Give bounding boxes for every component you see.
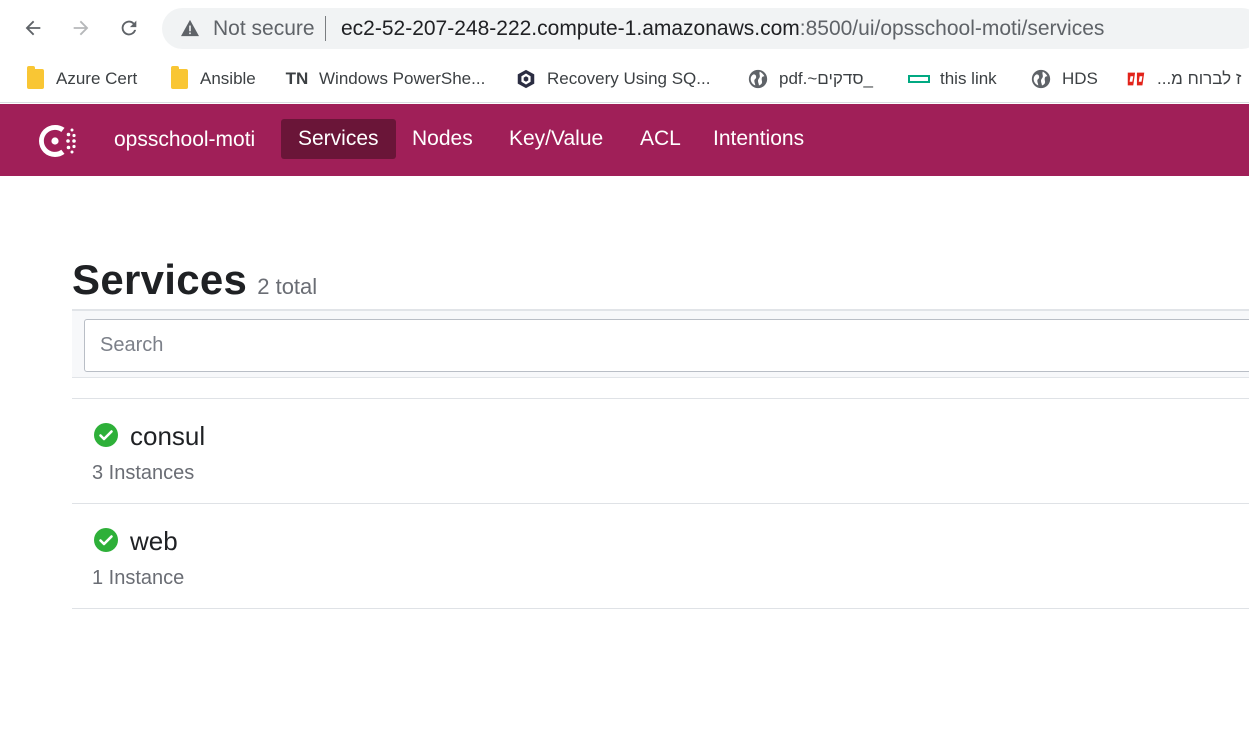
nav-nodes[interactable]: Nodes xyxy=(395,119,490,159)
bookmark-azure-cert[interactable]: Azure Cert xyxy=(24,64,137,94)
service-name[interactable]: web xyxy=(130,526,178,557)
bookmark-ansible[interactable]: Ansible xyxy=(168,64,256,94)
bookmark-hds[interactable]: HDS xyxy=(1030,64,1098,94)
url-text[interactable]: ec2-52-207-248-222.compute-1.amazonaws.c… xyxy=(341,17,1104,41)
service-instances: 3 Instances xyxy=(92,462,195,484)
url-path: :8500/ui/opsschool-moti/services xyxy=(799,17,1105,40)
warning-icon xyxy=(181,19,199,37)
bookmark-label: HDS xyxy=(1062,69,1098,88)
bookmarks-bar: Azure Cert Ansible TN Windows PowerShe..… xyxy=(0,56,1249,103)
filter-bar xyxy=(72,309,1249,378)
tn-icon: TN xyxy=(285,69,309,88)
service-instances: 1 Instance xyxy=(92,567,185,589)
bookmark-label: Recovery Using SQ... xyxy=(547,69,711,88)
globe-icon xyxy=(1030,68,1052,90)
back-button[interactable] xyxy=(15,10,51,46)
forward-button[interactable] xyxy=(63,10,99,46)
bookmark-label: Ansible xyxy=(200,69,256,88)
bookmark-label: ...ז לברוח מ xyxy=(1157,69,1242,88)
bookmark-label: Windows PowerShe... xyxy=(319,69,486,88)
bookmark-label: this link xyxy=(940,69,997,88)
bookmark-label: pdf.~סדקים_ xyxy=(779,69,873,88)
bookmark-label: Azure Cert xyxy=(56,69,138,88)
url-host: ec2-52-207-248-222.compute-1.amazonaws.c… xyxy=(341,17,800,40)
folder-icon xyxy=(168,66,190,90)
bookmark-recovery[interactable]: Recovery Using SQ... xyxy=(515,64,710,94)
red-logo-icon xyxy=(1125,68,1147,90)
address-bar[interactable]: Not secure ec2-52-207-248-222.compute-1.… xyxy=(162,8,1249,49)
security-label[interactable]: Not secure xyxy=(213,17,315,41)
check-circle-icon xyxy=(94,423,118,447)
reload-button[interactable] xyxy=(111,10,147,46)
check-circle-icon xyxy=(94,528,118,552)
arrow-left-icon xyxy=(25,20,41,36)
nav-intentions[interactable]: Intentions xyxy=(696,119,821,159)
service-row-web[interactable]: web 1 Instance xyxy=(72,504,1249,609)
consul-logo-icon[interactable] xyxy=(34,120,80,162)
arrow-right-icon xyxy=(73,20,89,36)
datacenter-selector[interactable]: opsschool-moti xyxy=(114,128,255,152)
nav-services[interactable]: Services xyxy=(281,119,396,159)
browser-toolbar: Not secure ec2-52-207-248-222.compute-1.… xyxy=(0,0,1249,56)
search-input[interactable] xyxy=(84,319,1249,372)
omnibox-divider xyxy=(325,16,326,41)
bookmark-this-link[interactable]: this link xyxy=(908,64,997,94)
page-header: Services 2 total xyxy=(72,256,317,304)
nav-acl[interactable]: ACL xyxy=(623,119,698,159)
services-list: consul 3 Instances web 1 Instance xyxy=(72,398,1249,609)
cube-icon xyxy=(515,68,537,90)
globe-icon xyxy=(747,68,769,90)
service-name[interactable]: consul xyxy=(130,421,205,452)
services-count: 2 total xyxy=(257,274,318,299)
folder-icon xyxy=(24,66,46,90)
bookmark-windows-powershell[interactable]: TN Windows PowerShe... xyxy=(284,64,486,94)
app-header: opsschool-moti Services Nodes Key/Value … xyxy=(0,104,1249,176)
service-row-consul[interactable]: consul 3 Instances xyxy=(72,399,1249,504)
bookmark-hebrew[interactable]: ...ז לברוח מ xyxy=(1125,64,1241,94)
reload-icon xyxy=(121,20,137,36)
hpe-icon xyxy=(908,68,930,90)
bookmark-pdf[interactable]: pdf.~סדקים_ xyxy=(747,64,873,94)
nav-key-value[interactable]: Key/Value xyxy=(492,119,620,159)
page-title: Services xyxy=(72,256,248,303)
